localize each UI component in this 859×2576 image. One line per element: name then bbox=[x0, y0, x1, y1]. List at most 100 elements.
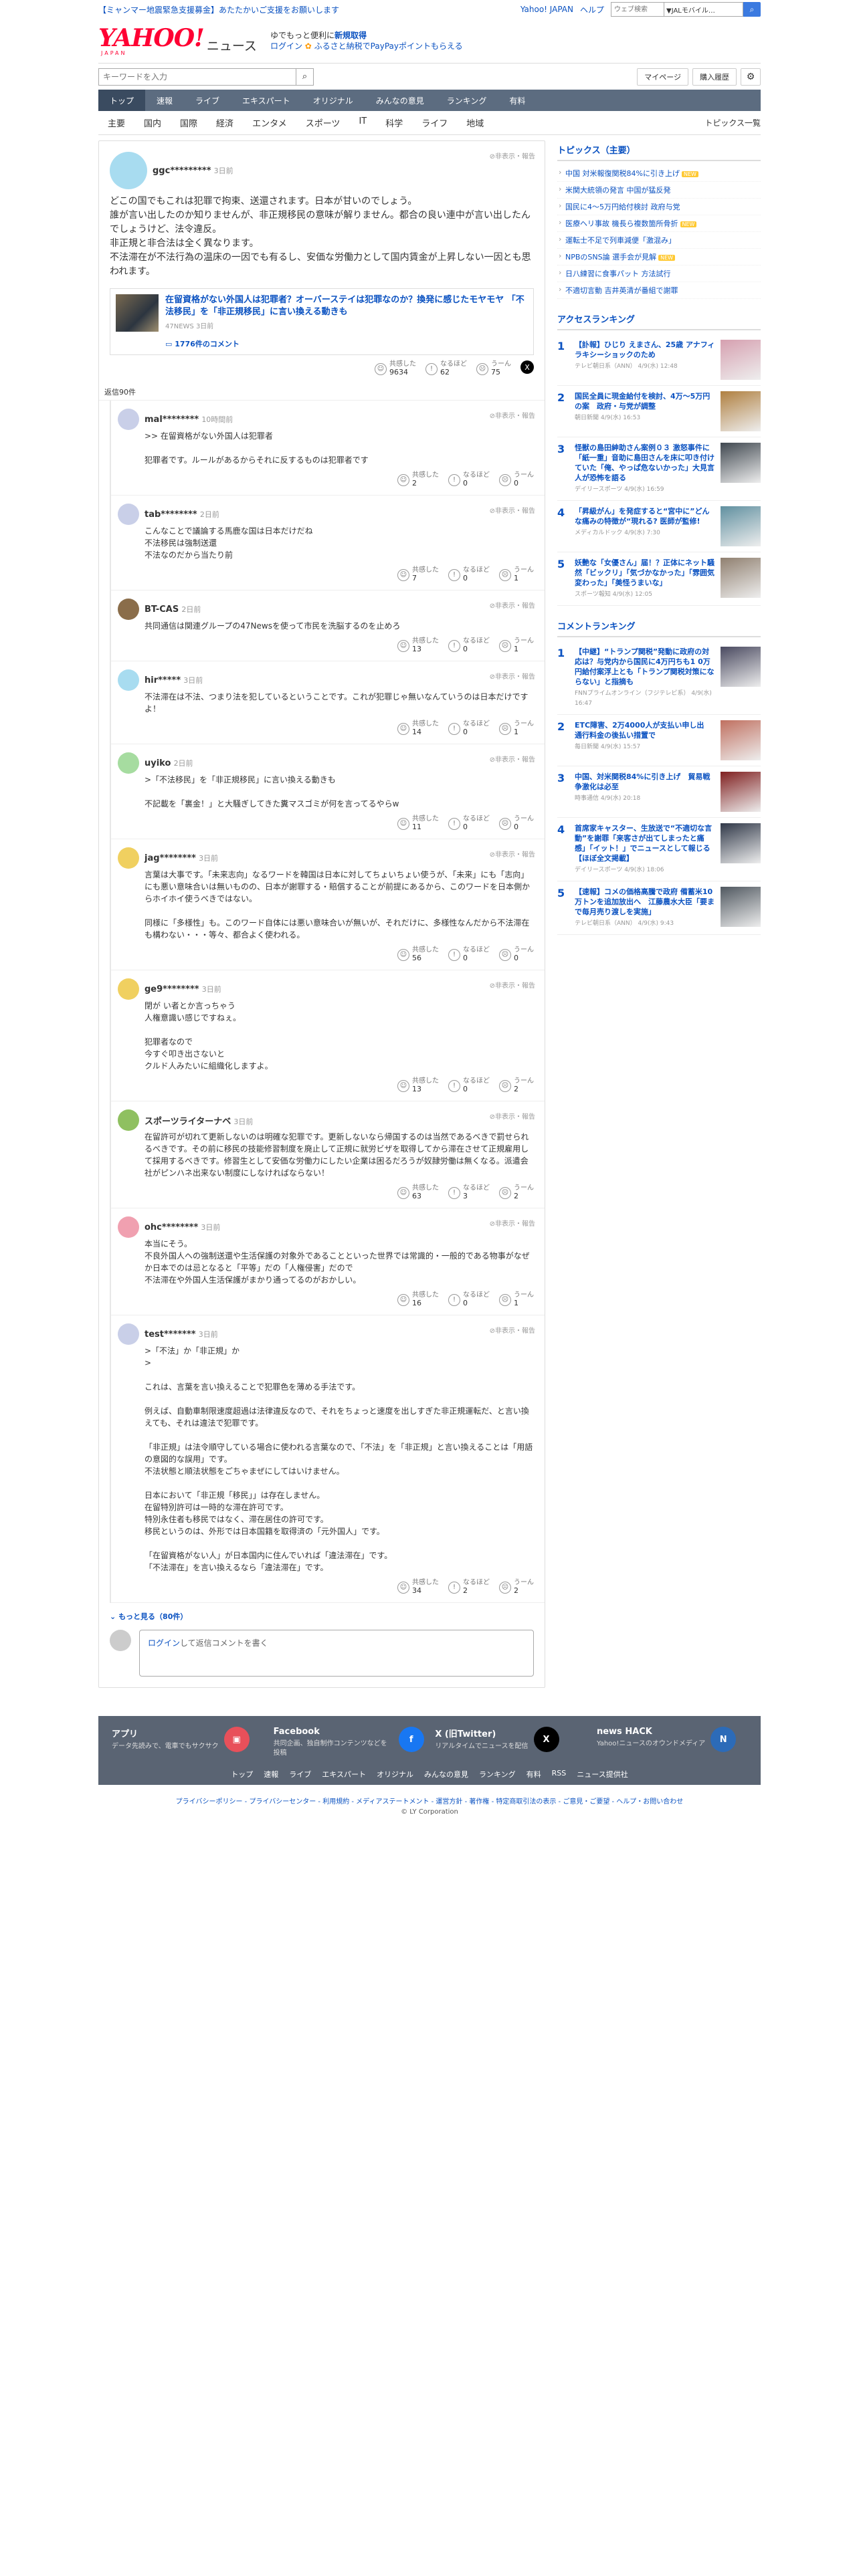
furusato-link[interactable]: ふるさと納税でPayPayポイントもらえる bbox=[314, 41, 463, 51]
hide-report-link[interactable]: ⊘非表示・報告 bbox=[490, 1218, 535, 1228]
topic-title[interactable]: 国民に4～5万円給付検討 政府与党 bbox=[565, 203, 680, 211]
insight-button[interactable]: ! なるほど 3 bbox=[448, 1184, 490, 1201]
ranking-item[interactable]: 3 怪獣の島田紳助さん案例０３ 激怒事件に「紙一重」音助に島田さんを床に叩き付けて… bbox=[557, 437, 761, 501]
comment-user[interactable]: jag******** bbox=[145, 853, 196, 863]
empathy-button[interactable]: ☺ 共感した 13 bbox=[397, 637, 439, 654]
ranking-item[interactable]: 2 国民全員に現金給付を検討、4万～5万円の案 政府・与党が調整 朝日新聞 4/9(… bbox=[557, 386, 761, 437]
x-icon[interactable]: X bbox=[533, 1727, 559, 1752]
rank-thumbnail[interactable] bbox=[721, 340, 761, 380]
rank-title[interactable]: 【訃報】ひじり えまさん、25歳 アナフィラキシーショックのため bbox=[575, 340, 715, 359]
insight-button[interactable]: ! なるほど 62 bbox=[425, 360, 467, 377]
topic-item[interactable]: 運転士不足で列車減便「激混み」 bbox=[557, 232, 761, 249]
hide-report-link[interactable]: ⊘非表示・報告 bbox=[490, 1325, 535, 1335]
footer-link[interactable]: ライブ bbox=[289, 1769, 311, 1780]
rank-thumbnail[interactable] bbox=[721, 720, 761, 760]
nav-breaking[interactable]: 速報 bbox=[145, 90, 184, 111]
footer-link[interactable]: 速報 bbox=[264, 1769, 278, 1780]
hide-report-link[interactable]: ⊘非表示・報告 bbox=[490, 600, 535, 610]
ranking-item[interactable]: 1 【訃報】ひじり えまさん、25歳 アナフィラキシーショックのため テレビ朝日系（… bbox=[557, 334, 761, 386]
reply-input[interactable]: ログインして返信コメントを書く bbox=[139, 1630, 534, 1677]
comment-user[interactable]: mal******** bbox=[145, 415, 199, 425]
rank-title[interactable]: 国民全員に現金給付を検討、4万～5万円の案 政府・与党が調整 bbox=[575, 392, 710, 411]
cat-it[interactable]: IT bbox=[349, 116, 376, 129]
footer-item-title[interactable]: Facebook bbox=[274, 1727, 393, 1737]
rank-title[interactable]: 首席家キャスター、生放送で“不適切な言動”を謝罪「来客さが出てしまったと痛感」「… bbox=[575, 824, 712, 863]
hide-report-link[interactable]: ⊘非表示・報告 bbox=[490, 671, 535, 681]
cat-entertainment[interactable]: エンタメ bbox=[243, 116, 296, 129]
cat-economy[interactable]: 経済 bbox=[207, 116, 243, 129]
ranking-item[interactable]: 5 【速報】コメの価格高騰で政府 備蓄米10万トンを追加放出へ 江藤農水大臣「要ま… bbox=[557, 881, 761, 935]
footer-item-title[interactable]: アプリ bbox=[112, 1727, 219, 1739]
mypage-button[interactable]: マイページ bbox=[637, 68, 688, 86]
rank-thumbnail[interactable] bbox=[721, 506, 761, 546]
gear-icon[interactable]: ⚙ bbox=[741, 68, 761, 86]
cat-science[interactable]: 科学 bbox=[376, 116, 412, 129]
topic-item[interactable]: 医療ヘリ事故 機長ら複数箇所骨折NEW bbox=[557, 215, 761, 232]
insight-button[interactable]: ! なるほど 0 bbox=[448, 815, 490, 832]
empathy-button[interactable]: ☺ 共感した 13 bbox=[397, 1077, 439, 1094]
avatar[interactable] bbox=[118, 1216, 139, 1238]
history-button[interactable]: 購入履歴 bbox=[692, 68, 737, 86]
topic-title[interactable]: 運転士不足で列車減便「激混み」 bbox=[565, 236, 676, 245]
rank-title[interactable]: 【速報】コメの価格高騰で政府 備蓄米10万トンを追加放出へ 江藤農水大臣「要まで… bbox=[575, 887, 714, 916]
avatar[interactable] bbox=[110, 152, 147, 189]
footer-link[interactable]: オリジナル bbox=[377, 1769, 413, 1780]
hmm-button[interactable]: ☹ うーん 2 bbox=[499, 1579, 534, 1596]
footer-link[interactable]: みんなの意見 bbox=[424, 1769, 468, 1780]
article-title[interactable]: 在留資格がない外国人は犯罪者？オーバーステイは犯罪なのか？換発に感じたモヤモヤ … bbox=[165, 294, 528, 318]
empathy-button[interactable]: ☺ 共感した 7 bbox=[397, 566, 439, 583]
rank-thumbnail[interactable] bbox=[721, 887, 761, 927]
insight-button[interactable]: ! なるほど 2 bbox=[448, 1579, 490, 1596]
ranking-item[interactable]: 4 首席家キャスター、生放送で“不適切な言動”を謝罪「来客さが出てしまったと痛感」… bbox=[557, 818, 761, 881]
empathy-button[interactable]: ☺ 共感した 14 bbox=[397, 720, 439, 737]
rank-thumbnail[interactable] bbox=[721, 772, 761, 812]
hide-report-link[interactable]: ⊘非表示・報告 bbox=[490, 754, 535, 764]
topic-title[interactable]: 日八練習に食事パット 方法試行 bbox=[565, 270, 671, 278]
facebook-icon[interactable]: f bbox=[398, 1727, 424, 1752]
empathy-button[interactable]: ☺ 共感した 63 bbox=[397, 1184, 439, 1201]
hide-report-link[interactable]: ⊘非表示・報告 bbox=[490, 1111, 535, 1121]
topic-item[interactable]: 不適切言動 吉井英清が番組で謝罪 bbox=[557, 282, 761, 299]
avatar[interactable] bbox=[118, 752, 139, 774]
hmm-button[interactable]: ☹ うーん 1 bbox=[499, 720, 534, 737]
footer-link[interactable]: 有料 bbox=[527, 1769, 541, 1780]
topic-item[interactable]: 国民に4～5万円給付検討 政府与党 bbox=[557, 199, 761, 215]
empathy-button[interactable]: ☺ 共感した 2 bbox=[397, 471, 439, 488]
hide-report-link[interactable]: ⊘非表示・報告 bbox=[490, 505, 535, 515]
article-comment-count[interactable]: ▭ 1776件のコメント bbox=[165, 338, 528, 349]
avatar[interactable] bbox=[118, 978, 139, 1000]
cat-main[interactable]: 主要 bbox=[98, 116, 134, 129]
newshack-icon[interactable]: N bbox=[710, 1727, 737, 1752]
comment-user[interactable]: BT-CAS bbox=[145, 605, 179, 615]
ranking-item[interactable]: 1 【中継】“トランプ関税”発動に政府の対応は？与党内から国民に4万円ちも1 0万… bbox=[557, 641, 761, 715]
hide-report-link[interactable]: ⊘非表示・報告 bbox=[490, 849, 535, 859]
yahoo-news-logo[interactable]: YAHOO! JAPAN ニュース bbox=[98, 26, 257, 56]
footer-item[interactable]: news HACK Yahoo!ニュースのオウンドメディア N bbox=[597, 1727, 747, 1758]
insight-button[interactable]: ! なるほど 0 bbox=[448, 566, 490, 583]
hmm-button[interactable]: ☹ うーん 2 bbox=[499, 1184, 534, 1201]
comment-user[interactable]: hir***** bbox=[145, 675, 181, 685]
web-search-select[interactable]: ▼JALモバイル… bbox=[664, 2, 743, 17]
topic-title[interactable]: 不適切言動 吉井英清が番組で謝罪 bbox=[565, 286, 678, 295]
footer-item[interactable]: アプリ データ先読みで、電車でもサクサク ▣ bbox=[112, 1727, 262, 1758]
hide-report-link[interactable]: ⊘非表示・報告 bbox=[490, 150, 535, 160]
keyword-search-input[interactable] bbox=[98, 68, 296, 86]
hmm-button[interactable]: ☹ うーん 1 bbox=[499, 1291, 534, 1308]
comment-user[interactable]: ohc******** bbox=[145, 1222, 198, 1232]
nav-top[interactable]: トップ bbox=[98, 90, 146, 111]
footer-link[interactable]: RSS bbox=[552, 1769, 567, 1780]
rank-thumbnail[interactable] bbox=[721, 391, 761, 431]
avatar[interactable] bbox=[118, 504, 139, 525]
rank-title[interactable]: ETC障害、2万4000人が支払い申し出 通行料金の後払い措置で bbox=[575, 721, 711, 740]
help-link[interactable]: ヘルプ bbox=[580, 4, 604, 15]
footer-item-title[interactable]: news HACK bbox=[597, 1727, 705, 1737]
insight-button[interactable]: ! なるほど 0 bbox=[448, 946, 490, 963]
article-card[interactable]: 在留資格がない外国人は犯罪者？オーバーステイは犯罪なのか？換発に感じたモヤモヤ … bbox=[110, 288, 534, 355]
more-replies-button[interactable]: ⌄ もっと見る（80件） bbox=[99, 1603, 545, 1630]
footer-link[interactable]: ニュース提供社 bbox=[577, 1769, 628, 1780]
footer-link[interactable]: トップ bbox=[231, 1769, 253, 1780]
empathy-button[interactable]: ☺ 共感した 11 bbox=[397, 815, 439, 832]
web-search-input[interactable] bbox=[611, 2, 664, 17]
donation-link[interactable]: 【ミャンマー地震緊急支援募金】あたたかいご支援をお願いします bbox=[98, 4, 339, 15]
comment-user[interactable]: ggc********* bbox=[153, 166, 211, 176]
